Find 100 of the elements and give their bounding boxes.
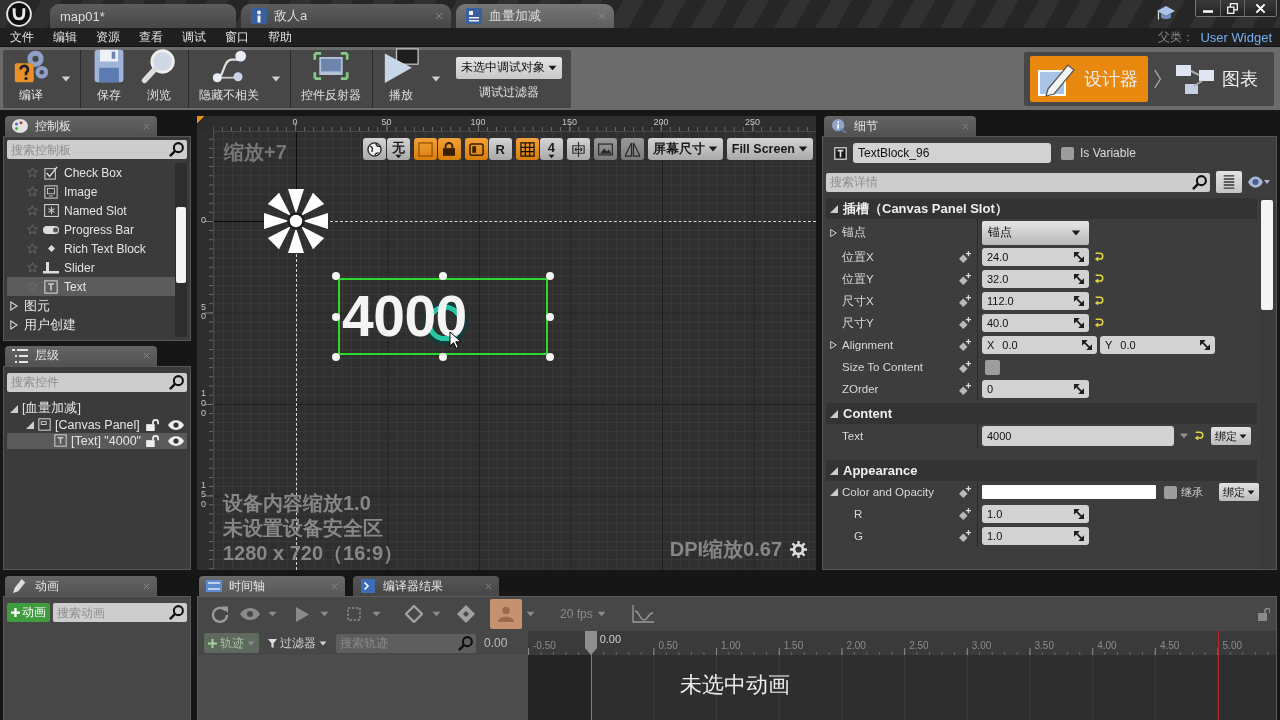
menu-item[interactable]: 窗口 — [225, 28, 249, 46]
dropdown-button[interactable]: 屏幕尺寸 — [647, 138, 723, 160]
reset-arrow-icon[interactable] — [1094, 252, 1104, 262]
expand-arrow-icon[interactable] — [830, 340, 837, 350]
resize-handle[interactable] — [332, 353, 340, 361]
document-tab[interactable]: 敌人a — [241, 4, 451, 28]
lock-icon[interactable] — [146, 434, 160, 447]
menu-item[interactable]: 资源 — [96, 28, 120, 46]
tree-item[interactable]: [血量加减] — [7, 400, 187, 417]
menu-item[interactable]: 帮助 — [268, 28, 292, 46]
checkbox[interactable] — [1164, 485, 1177, 499]
reset-arrow-icon[interactable] — [1094, 274, 1104, 284]
search-field[interactable]: 搜索控件 — [7, 372, 187, 392]
drag-arrow-icon[interactable] — [1074, 509, 1084, 519]
search-icon[interactable] — [169, 605, 184, 620]
drag-arrow-icon[interactable] — [1074, 296, 1084, 306]
number-field[interactable]: Y 0.0 — [1100, 336, 1215, 354]
engine-logo-icon[interactable] — [6, 0, 32, 27]
panel-tab[interactable]: 动画 — [5, 576, 157, 596]
keyframe-icon[interactable] — [959, 317, 971, 329]
panel-tab[interactable]: 控制板 — [5, 116, 157, 136]
anchor-dropdown[interactable]: 锚点 — [982, 220, 1089, 245]
color-swatch[interactable] — [982, 485, 1156, 499]
menu-item[interactable]: 编辑 — [53, 28, 77, 46]
parent-class-link[interactable]: User Widget — [1200, 29, 1272, 45]
debug-object-dropdown[interactable]: 未选中调试对象 — [456, 56, 562, 79]
keyframe-icon[interactable] — [959, 530, 971, 542]
caret-icon[interactable] — [1179, 433, 1189, 439]
keyframe-icon[interactable] — [959, 361, 971, 373]
keyframe-icon[interactable] — [959, 508, 971, 520]
expand-arrow-icon[interactable] — [10, 300, 18, 311]
palette-item[interactable]: Check Box — [7, 163, 175, 182]
dropdown-button[interactable]: Fill Screen — [726, 138, 813, 160]
resize-handle[interactable] — [439, 353, 447, 361]
search-icon[interactable] — [169, 142, 184, 157]
palette-item[interactable]: Progress Bar — [7, 220, 175, 239]
palette-item[interactable]: Rich Text Block — [7, 239, 175, 258]
panel-tab[interactable]: 时间轴 — [199, 576, 345, 596]
graduation-cap-icon[interactable] — [1157, 5, 1175, 21]
binding-dropdown[interactable]: 绑定 — [1211, 427, 1251, 445]
document-tab[interactable]: 血量加减 — [456, 4, 614, 28]
collapse-arrow-icon[interactable] — [830, 204, 838, 213]
collapse-arrow-icon[interactable] — [830, 466, 838, 475]
reset-arrow-icon[interactable] — [1094, 318, 1104, 328]
star-icon[interactable] — [27, 224, 38, 235]
keyframe-icon[interactable] — [959, 383, 971, 395]
document-tab[interactable]: map01* — [50, 4, 236, 28]
lock-icon[interactable] — [146, 418, 160, 431]
settings-icon[interactable] — [790, 541, 807, 558]
drag-arrow-icon[interactable] — [1074, 384, 1084, 394]
fit-button[interactable] — [566, 138, 590, 160]
panel-tab[interactable]: 细节 — [824, 116, 976, 136]
star-icon[interactable] — [27, 243, 38, 254]
drag-arrow-icon[interactable] — [1074, 252, 1084, 262]
section-header[interactable]: Appearance — [826, 460, 1257, 481]
menu-item[interactable]: 查看 — [139, 28, 163, 46]
star-icon[interactable] — [27, 205, 38, 216]
drag-arrow-icon[interactable] — [1074, 531, 1084, 541]
toolbar-button[interactable]: 播放 — [372, 49, 426, 108]
number-field[interactable]: X 0.0 — [982, 336, 1097, 354]
palette-item[interactable]: Image — [7, 182, 175, 201]
filter-dropdown[interactable]: 过滤器 — [265, 633, 330, 653]
star-icon[interactable] — [27, 167, 38, 178]
drag-arrow-icon[interactable] — [1200, 340, 1210, 350]
eye-icon[interactable] — [168, 419, 184, 430]
resize-handle[interactable] — [332, 312, 340, 321]
keyframe-icon[interactable] — [959, 251, 971, 263]
view-options-button[interactable] — [1216, 171, 1242, 193]
grid-button[interactable] — [515, 138, 539, 160]
spin-button[interactable]: 4 — [539, 138, 563, 160]
globe-button[interactable] — [362, 138, 386, 160]
collapse-arrow-icon[interactable] — [26, 420, 34, 429]
toggle-button[interactable] — [413, 138, 437, 160]
anchor-icon[interactable] — [264, 189, 328, 253]
number-field[interactable]: 1.0 — [982, 527, 1089, 545]
keyframe-icon[interactable] — [959, 486, 971, 498]
name-field[interactable]: TextBlock_96 — [853, 143, 1051, 163]
toolbar-button[interactable]: 控件反射器 — [290, 49, 368, 108]
number-field[interactable]: 40.0 — [982, 314, 1089, 332]
number-field[interactable]: 0 — [982, 380, 1089, 398]
number-field[interactable]: 24.0 — [982, 248, 1089, 266]
toggle-button[interactable] — [464, 138, 488, 160]
collapse-arrow-icon[interactable] — [830, 488, 838, 496]
resize-handle[interactable] — [546, 353, 554, 361]
search-icon[interactable] — [1192, 174, 1207, 190]
palette-item[interactable]: Slider — [7, 258, 175, 277]
menu-item[interactable]: 调试 — [182, 28, 206, 46]
spin-button[interactable]: 无 — [386, 138, 410, 160]
search-icon[interactable] — [169, 374, 184, 390]
close-button[interactable] — [1244, 0, 1276, 16]
resize-handle[interactable] — [546, 272, 554, 280]
keyframe-icon[interactable] — [959, 273, 971, 285]
section-header[interactable]: Content — [826, 403, 1257, 424]
tree-item[interactable]: [Canvas Panel] — [7, 416, 187, 433]
palette-item[interactable]: Text — [7, 277, 175, 296]
tree-item[interactable]: [Text] "4000" — [7, 432, 187, 449]
text-field[interactable]: 4000 — [982, 426, 1174, 446]
toggle-button[interactable]: R — [488, 138, 512, 160]
resize-handle[interactable] — [439, 272, 447, 280]
search-field[interactable]: 搜索控制板 — [7, 140, 187, 159]
